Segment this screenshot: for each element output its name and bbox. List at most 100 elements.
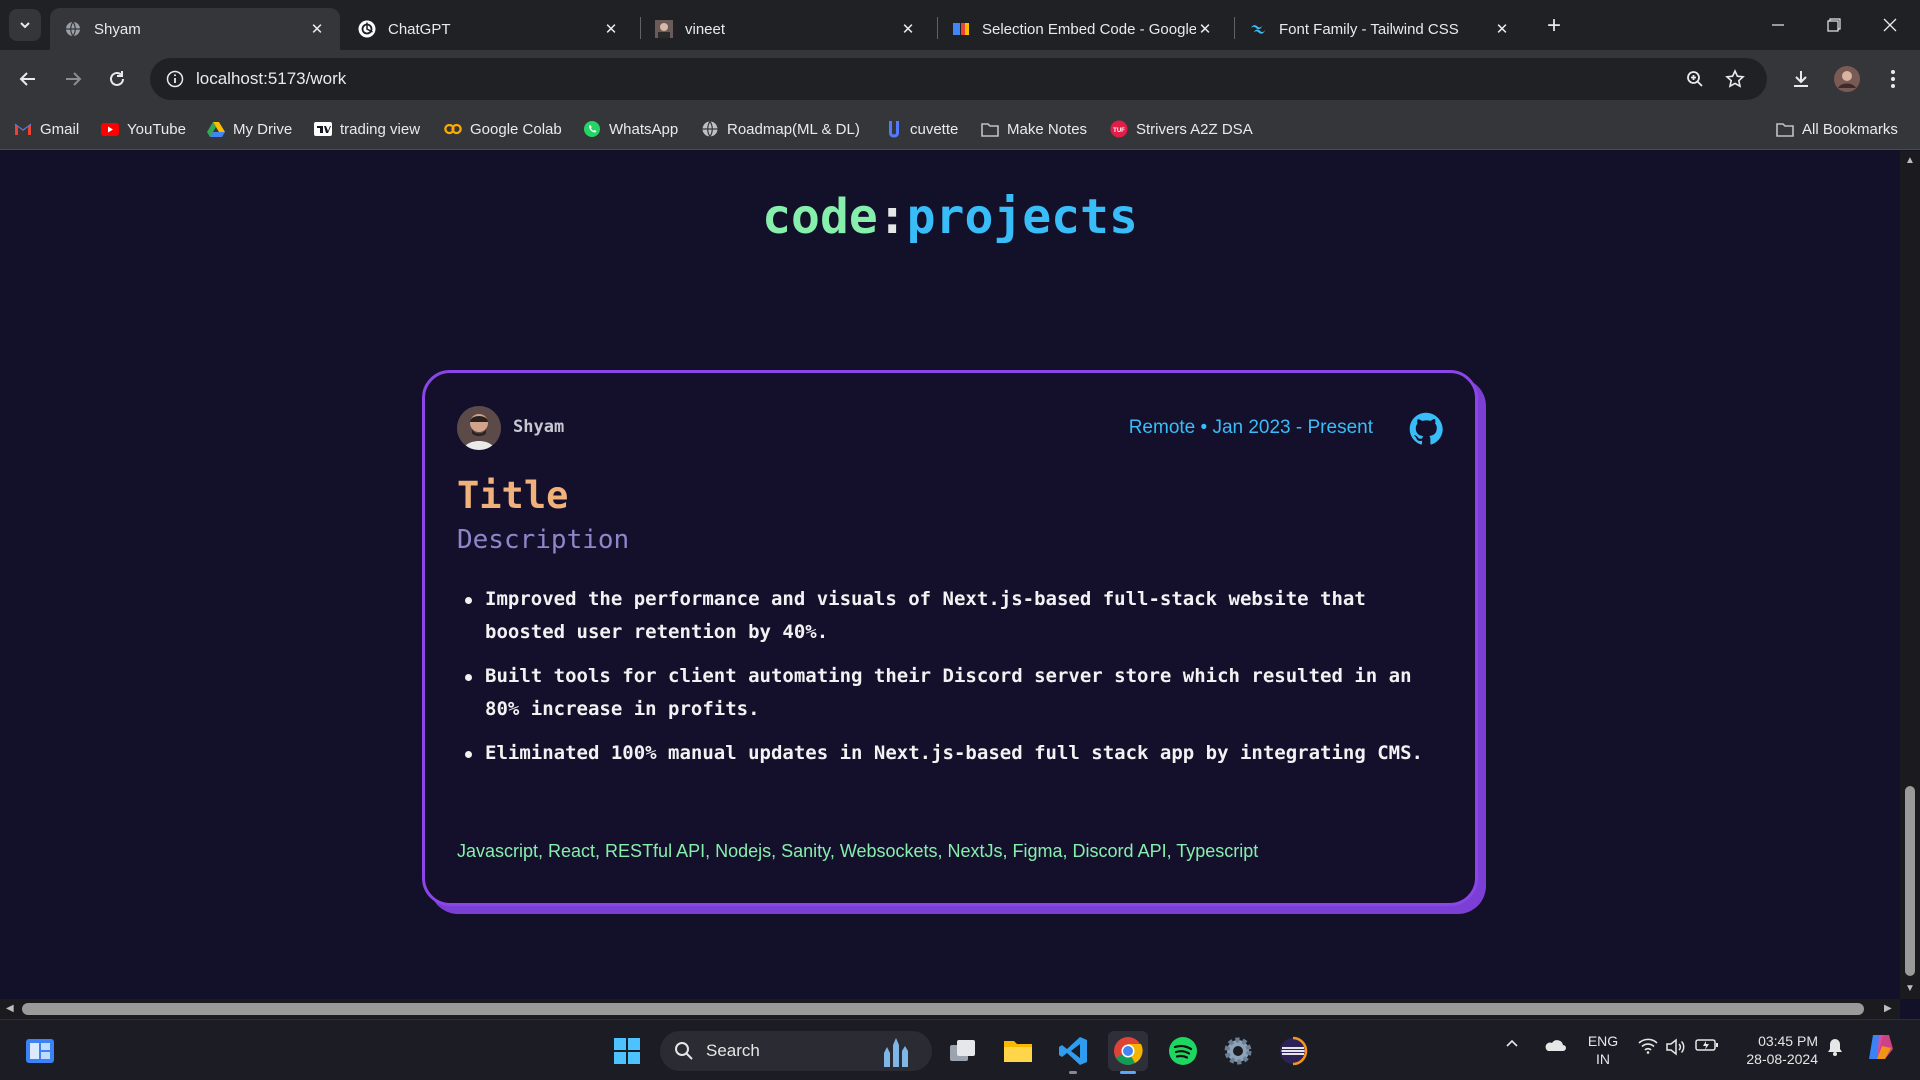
url-text: localhost:5173/work [196,69,347,88]
heading-code: code [762,189,878,245]
scroll-up-icon[interactable]: ▲ [1905,155,1915,166]
minimize-button[interactable] [1750,0,1806,50]
avatar [457,406,501,450]
heading-colon: : [877,189,907,245]
scroll-right-icon[interactable]: ▶ [1884,1003,1894,1014]
bookmark-label: cuvette [910,120,959,138]
globe-icon [64,20,82,38]
tab-search-button[interactable] [9,9,41,41]
tab-label: Selection Embed Code - Google [982,20,1196,38]
taskbar: Search ENG IN 03:45 PM 28-08-2024 [0,1019,1920,1080]
vertical-scrollbar[interactable]: ▲ ▼ [1900,151,1920,999]
bookmark-label: Strivers A2Z DSA [1136,120,1253,138]
close-icon [1883,18,1897,32]
language-indicator[interactable]: ENG IN [1586,1032,1620,1068]
bookmark-label: My Drive [233,120,293,138]
more-vert-icon [1891,70,1895,88]
close-icon[interactable]: ✕ [1493,20,1511,38]
tab-label: vineet [685,20,726,38]
menu-button[interactable] [1876,62,1910,96]
list-item: Eliminated 100% manual updates in Next.j… [457,737,1437,770]
system-clock[interactable]: 03:45 PM 28-08-2024 [1738,1032,1818,1068]
bookmark-gmail[interactable]: Gmail [14,118,79,140]
all-bookmarks-label: All Bookmarks [1802,120,1898,138]
start-button[interactable] [607,1031,647,1071]
vscode-button[interactable] [1053,1031,1093,1074]
eclipse-icon [1280,1036,1308,1066]
achievement-list: Improved the performance and visuals of … [457,583,1437,781]
bookmark-cuvette[interactable]: cuvette [884,118,958,140]
all-bookmarks-button[interactable]: All Bookmarks [1776,118,1898,140]
bookmark-youtube[interactable]: YouTube [101,118,186,140]
scroll-down-icon[interactable]: ▼ [1905,983,1915,994]
wifi-icon[interactable] [1636,1038,1660,1054]
project-description: Description [457,525,630,555]
back-button[interactable] [11,62,45,96]
bookmark-roadmap[interactable]: Roadmap(ML & DL) [701,118,860,140]
horizontal-scrollbar[interactable]: ◀ ▶ [0,999,1900,1019]
new-tab-button[interactable]: + [1540,12,1568,40]
tab-tailwind[interactable]: Font Family - Tailwind CSS ✕ [1235,8,1525,50]
scroll-left-icon[interactable]: ◀ [6,1003,16,1014]
bookmark-label: Roadmap(ML & DL) [727,120,860,138]
address-bar[interactable]: localhost:5173/work [150,58,1767,100]
lang-line2: IN [1596,1051,1610,1067]
chevron-up-icon [1506,1039,1518,1047]
arrow-right-icon [66,72,82,86]
copilot-icon[interactable] [1864,1032,1896,1062]
file-explorer-button[interactable] [998,1031,1038,1071]
widgets-button[interactable] [20,1031,60,1071]
tab-chatgpt[interactable]: ChatGPT ✕ [344,8,634,50]
bookmark-my-drive[interactable]: My Drive [207,118,292,140]
profile-button[interactable] [1830,62,1864,96]
volume-icon[interactable] [1664,1038,1688,1056]
tab-vineet[interactable]: vineet ✕ [641,8,931,50]
forward-button[interactable] [56,62,90,96]
battery-icon[interactable] [1694,1038,1720,1052]
show-hidden-icons-button[interactable] [1501,1038,1523,1048]
bookmark-whatsapp[interactable]: WhatsApp [583,118,678,140]
star-icon[interactable] [1719,63,1751,95]
chrome-button[interactable] [1108,1031,1148,1074]
zoom-icon[interactable] [1679,63,1711,95]
avatar-icon [1834,66,1860,92]
notification-bell-icon[interactable] [1824,1038,1846,1056]
restore-button[interactable] [1806,0,1862,50]
google-icon [952,20,970,38]
reload-icon [110,71,124,86]
cuvette-icon [884,120,902,138]
site-info-icon[interactable] [160,64,190,94]
github-icon[interactable] [1409,412,1443,446]
close-window-button[interactable] [1862,0,1918,50]
close-icon[interactable]: ✕ [308,20,326,38]
tab-selection-embed[interactable]: Selection Embed Code - Google ✕ [938,8,1228,50]
tab-shyam[interactable]: Shyam ✕ [50,8,340,50]
search-highlight-icon [884,1038,908,1067]
scrollbar-thumb[interactable] [22,1003,1864,1015]
project-meta: Remote • Jan 2023 - Present [1128,417,1373,438]
download-icon [1794,71,1808,87]
bookmark-google-colab[interactable]: Google Colab [444,118,562,140]
bookmark-label: Gmail [40,120,80,138]
arrow-left-icon [19,72,35,86]
heading-projects: projects [906,189,1138,245]
project-title: Title [457,474,569,517]
reload-button[interactable] [100,62,134,96]
close-icon[interactable]: ✕ [1196,20,1214,38]
download-button[interactable] [1784,62,1818,96]
scrollbar-thumb[interactable] [1905,786,1915,976]
bookmark-strivers[interactable]: TUF Strivers A2Z DSA [1110,118,1253,140]
close-icon[interactable]: ✕ [899,20,917,38]
bookmark-label: WhatsApp [609,120,679,138]
close-icon[interactable]: ✕ [602,20,620,38]
bookmark-make-notes[interactable]: Make Notes [981,118,1087,140]
eclipse-button[interactable] [1273,1031,1313,1071]
bookmark-trading-view[interactable]: trading view [314,118,420,140]
bookmark-label: trading view [340,120,421,138]
taskbar-search[interactable]: Search [660,1031,932,1071]
spotify-button[interactable] [1163,1031,1203,1071]
onedrive-icon[interactable] [1540,1038,1568,1052]
bookmarks-bar: Gmail YouTube My Drive trading view Goog… [0,108,1920,242]
settings-button[interactable] [1218,1031,1258,1071]
task-view-button[interactable] [943,1031,983,1071]
